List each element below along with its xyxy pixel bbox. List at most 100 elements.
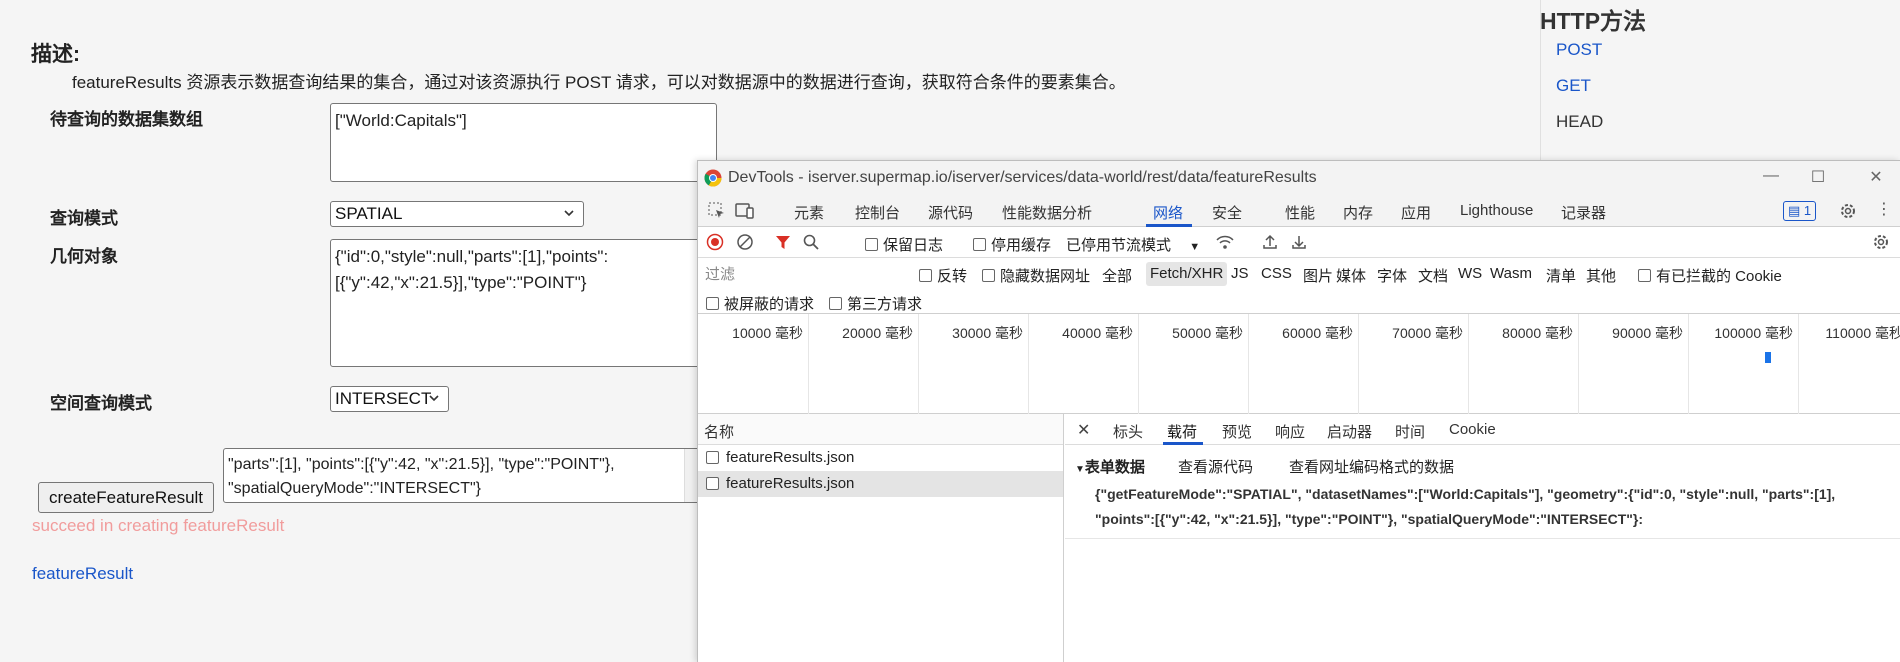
record-stop-icon[interactable]: [706, 233, 724, 251]
detail-tab-preview[interactable]: 预览: [1222, 421, 1252, 442]
tab-performance[interactable]: 性能: [1285, 202, 1315, 223]
throttle-label: 已停用节流模式: [1066, 237, 1172, 254]
feature-result-link[interactable]: featureResult: [32, 564, 133, 584]
blocked-requests-checkbox[interactable]: 被屏蔽的请求: [706, 293, 814, 314]
maximize-icon[interactable]: ☐: [1808, 167, 1828, 187]
devtools-titlebar: DevTools - iserver.supermap.io/iserver/s…: [698, 161, 1900, 195]
timeline-gridline: [1028, 314, 1029, 414]
name-column-header: 名称: [704, 424, 735, 441]
network-settings-gear-icon[interactable]: [1872, 233, 1890, 251]
tab-recorder[interactable]: 记录器: [1561, 202, 1606, 223]
detail-tab-timing[interactable]: 时间: [1395, 421, 1425, 442]
settings-gear-icon[interactable]: [1839, 202, 1857, 220]
blocked-cookies-checkbox[interactable]: 有已拦截的 Cookie: [1638, 265, 1782, 286]
detail-tab-response[interactable]: 响应: [1275, 421, 1305, 442]
timeline-request-bar: [1765, 352, 1771, 363]
spatial-mode-label: 空间查询模式: [50, 394, 152, 413]
http-method-get[interactable]: GET: [1556, 76, 1591, 96]
throttle-dropdown[interactable]: 已停用节流模式 ▼: [1066, 234, 1200, 255]
tab-console[interactable]: 控制台: [855, 202, 900, 223]
form-data-label: 表单数据: [1084, 459, 1145, 476]
filter-icon[interactable]: [774, 233, 792, 251]
timeline-gridline: [1688, 314, 1689, 414]
network-timeline[interactable]: 10000 毫秒 20000 毫秒 30000 毫秒 40000 毫秒 5000…: [698, 314, 1900, 414]
tab-performance-insights[interactable]: 性能数据分析: [1002, 202, 1092, 223]
search-icon[interactable]: [802, 233, 820, 251]
succeed-message: succeed in creating featureResult: [32, 516, 285, 535]
tab-application[interactable]: 应用: [1401, 202, 1431, 223]
preserve-log-label: 保留日志: [883, 237, 944, 254]
inspect-element-icon[interactable]: [708, 202, 726, 220]
file-icon: [706, 477, 719, 490]
tab-memory[interactable]: 内存: [1343, 202, 1373, 223]
checkbox-icon: [973, 238, 986, 251]
query-mode-label: 查询模式: [50, 209, 118, 228]
type-filter-other[interactable]: 其他: [1586, 265, 1616, 286]
network-conditions-icon[interactable]: [1215, 233, 1235, 251]
close-icon[interactable]: ✕: [1866, 167, 1886, 187]
minimize-icon[interactable]: —: [1761, 167, 1781, 185]
type-filter-ws[interactable]: WS: [1458, 265, 1482, 282]
export-har-icon[interactable]: [1290, 233, 1308, 251]
type-filter-js[interactable]: JS: [1231, 265, 1249, 282]
tab-network[interactable]: 网络: [1153, 202, 1183, 223]
spatial-mode-select[interactable]: INTERSECT: [330, 386, 449, 412]
more-options-icon[interactable]: ⋮: [1876, 199, 1892, 219]
device-toolbar-icon[interactable]: [735, 202, 755, 220]
disable-cache-label: 停用缓存: [991, 237, 1052, 254]
form-data-section-toggle[interactable]: ▼表单数据: [1075, 456, 1145, 477]
geometry-textarea[interactable]: {"id":0,"style":null,"parts":[1],"points…: [330, 239, 710, 367]
request-row[interactable]: featureResults.json: [698, 471, 1063, 497]
request-row[interactable]: featureResults.json: [698, 445, 1063, 471]
type-filter-manifest[interactable]: 清单: [1546, 265, 1576, 286]
type-filter-img[interactable]: 图片: [1303, 265, 1333, 286]
type-filter-fetch-xhr[interactable]: Fetch/XHR: [1146, 262, 1228, 286]
invert-checkbox[interactable]: 反转: [919, 265, 967, 286]
detail-tab-initiator[interactable]: 启动器: [1327, 421, 1372, 442]
tab-sources[interactable]: 源代码: [928, 202, 973, 223]
dropdown-arrow-icon: ▼: [1189, 241, 1201, 253]
disable-cache-checkbox[interactable]: 停用缓存: [973, 234, 1051, 255]
create-feature-result-button[interactable]: createFeatureResult: [38, 482, 215, 513]
spatial-mode-value: INTERSECT: [335, 389, 432, 408]
payload-line: {"getFeatureMode":"SPATIAL", "datasetNam…: [1095, 486, 1836, 502]
preserve-log-checkbox[interactable]: 保留日志: [865, 234, 943, 255]
query-mode-select[interactable]: SPATIAL: [330, 201, 584, 227]
type-filter-font[interactable]: 字体: [1377, 265, 1407, 286]
active-detail-tab-indicator: [1163, 442, 1203, 445]
tab-elements[interactable]: 元素: [794, 202, 824, 223]
filter-input[interactable]: 过滤: [702, 264, 902, 286]
type-filter-doc[interactable]: 文档: [1418, 265, 1448, 286]
request-list-header[interactable]: 名称: [698, 414, 1063, 445]
payload-divider: [1065, 538, 1900, 539]
description-text: featureResults 资源表示数据查询结果的集合，通过对该资源执行 PO…: [72, 73, 1126, 92]
result-textarea[interactable]: "parts":[1], "points":[{"y":42, "x":21.5…: [223, 448, 701, 503]
type-filter-media[interactable]: 媒体: [1336, 265, 1366, 286]
timeline-gridline: [1248, 314, 1249, 414]
tab-lighthouse[interactable]: Lighthouse: [1460, 202, 1533, 219]
detail-tab-payload[interactable]: 载荷: [1167, 421, 1197, 442]
chevron-down-icon: [429, 395, 439, 402]
tab-security[interactable]: 安全: [1212, 202, 1242, 223]
http-method-head[interactable]: HEAD: [1556, 112, 1603, 132]
checkbox-icon: [919, 269, 932, 282]
type-filter-all[interactable]: 全部: [1102, 265, 1132, 286]
import-har-icon[interactable]: [1261, 233, 1279, 251]
view-url-encoded-link[interactable]: 查看网址编码格式的数据: [1289, 456, 1454, 477]
hide-data-urls-checkbox[interactable]: 隐藏数据网址: [982, 265, 1090, 286]
clear-icon[interactable]: [736, 233, 754, 251]
timeline-label: 10000 毫秒: [732, 325, 803, 341]
third-party-checkbox[interactable]: 第三方请求: [829, 293, 922, 314]
issues-badge[interactable]: ▤ 1: [1783, 201, 1817, 221]
detail-tab-headers[interactable]: 标头: [1113, 421, 1143, 442]
type-filter-css[interactable]: CSS: [1261, 265, 1292, 282]
checkbox-icon: [982, 269, 995, 282]
dataset-textarea[interactable]: ["World:Capitals"]: [330, 103, 717, 182]
view-source-link[interactable]: 查看源代码: [1178, 456, 1253, 477]
detail-tab-cookies[interactable]: Cookie: [1449, 421, 1496, 438]
checkbox-icon: [829, 297, 842, 310]
timeline-label: 100000 毫秒: [1714, 325, 1793, 341]
close-detail-icon[interactable]: ✕: [1077, 420, 1090, 440]
http-method-post[interactable]: POST: [1556, 40, 1602, 60]
type-filter-wasm[interactable]: Wasm: [1490, 265, 1532, 282]
